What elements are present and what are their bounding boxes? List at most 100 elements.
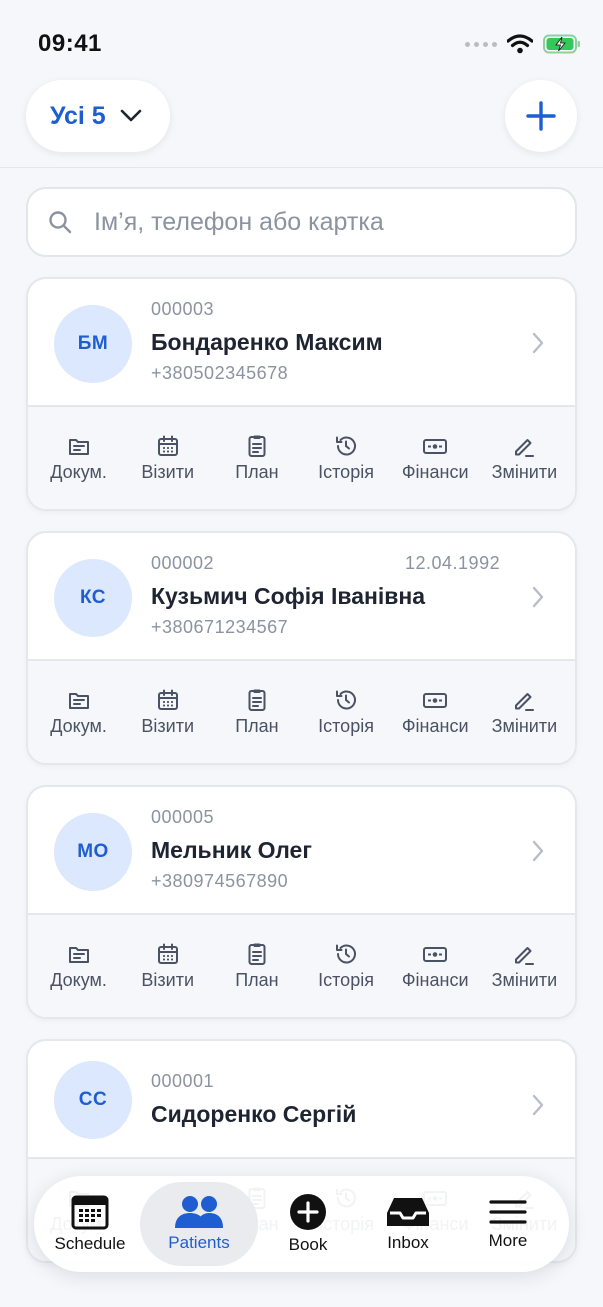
calendar-grid-icon	[71, 1195, 109, 1230]
plan-action[interactable]: План	[213, 434, 301, 483]
patient-card[interactable]: БМ 000003 Бондаренко Максим +38050234567…	[26, 277, 577, 511]
avatar: БМ	[54, 305, 132, 383]
header: Усі 5	[0, 80, 603, 168]
patient-card-number: 000001	[151, 1071, 215, 1091]
action-label: Візити	[141, 461, 195, 482]
tab-inbox[interactable]: Inbox	[358, 1182, 458, 1266]
tab-more[interactable]: More	[458, 1182, 558, 1266]
chevron-right-icon	[532, 1094, 544, 1116]
visits-action[interactable]: Візити	[124, 434, 212, 483]
clipboard-icon	[248, 689, 266, 711]
chevron-down-icon	[120, 109, 141, 122]
search-input[interactable]	[94, 207, 534, 237]
tab-label: Patients	[168, 1233, 230, 1252]
patient-actions: Докум. Візити План Історія Фінанси Зміни…	[28, 915, 575, 1017]
tab-label: Schedule	[54, 1234, 126, 1253]
action-label: Докум.	[50, 715, 107, 736]
history-icon	[336, 944, 356, 963]
search-icon	[49, 211, 72, 234]
avatar: СС	[54, 1061, 132, 1139]
patient-actions: Докум. Візити План Історія Фінанси Зміни…	[28, 661, 575, 763]
visits-action[interactable]: Візити	[124, 688, 212, 737]
calendar-icon	[157, 943, 178, 964]
status-bar: 09:41	[0, 0, 603, 80]
patient-card[interactable]: МО 000005 Мельник Олег +380974567890 Док…	[26, 785, 577, 1019]
avatar: МО	[54, 813, 132, 891]
plus-circle-icon	[290, 1194, 326, 1230]
action-label: Фінанси	[401, 461, 469, 482]
calendar-icon	[157, 435, 178, 456]
document-icon	[68, 946, 89, 963]
clipboard-icon	[248, 435, 266, 457]
action-label: Візити	[141, 715, 195, 736]
avatar: КС	[54, 559, 132, 637]
action-label: Змінити	[491, 461, 558, 482]
pencil-icon	[515, 692, 535, 711]
edit-action[interactable]: Змінити	[480, 942, 568, 991]
tab-bar: Schedule Patients Book Inbox More	[34, 1176, 569, 1272]
patient-phone: +380974567890	[151, 871, 289, 891]
finance-action[interactable]: Фінанси	[391, 688, 479, 737]
history-action[interactable]: Історія	[302, 688, 390, 737]
finance-action[interactable]: Фінанси	[391, 942, 479, 991]
plan-action[interactable]: План	[213, 942, 301, 991]
inbox-tray-icon	[387, 1198, 429, 1226]
tab-book[interactable]: Book	[258, 1182, 358, 1266]
action-label: План	[235, 461, 279, 482]
action-label: Змінити	[491, 715, 558, 736]
action-label: План	[235, 969, 279, 990]
plan-action[interactable]: План	[213, 688, 301, 737]
edit-action[interactable]: Змінити	[480, 688, 568, 737]
tab-label: Book	[288, 1235, 328, 1254]
cellular-signal-icon	[465, 41, 497, 47]
history-icon	[336, 436, 356, 455]
menu-icon	[489, 1200, 527, 1224]
history-action[interactable]: Історія	[302, 434, 390, 483]
calendar-icon	[157, 689, 178, 710]
action-label: Фінанси	[401, 969, 469, 990]
pencil-icon	[515, 946, 535, 965]
visits-action[interactable]: Візити	[124, 942, 212, 991]
history-icon	[336, 690, 356, 709]
battery-charging-icon	[543, 34, 580, 54]
patient-name: Кузьмич Софія Іванівна	[151, 583, 426, 609]
clipboard-icon	[248, 943, 266, 965]
chevron-right-icon	[532, 840, 544, 862]
action-label: План	[235, 715, 279, 736]
history-action[interactable]: Історія	[302, 942, 390, 991]
patient-name: Бондаренко Максим	[151, 329, 383, 355]
cash-icon	[423, 692, 448, 708]
action-label: Фінанси	[401, 715, 469, 736]
cash-icon	[423, 438, 448, 454]
finance-action[interactable]: Фінанси	[391, 434, 479, 483]
filter-dropdown[interactable]: Усі 5	[26, 80, 170, 152]
add-patient-button[interactable]	[505, 80, 577, 152]
documents-action[interactable]: Докум.	[35, 688, 123, 737]
patient-name: Сидоренко Сергій	[151, 1101, 357, 1127]
chevron-right-icon	[532, 332, 544, 354]
action-label: Змінити	[491, 969, 558, 990]
documents-action[interactable]: Докум.	[35, 434, 123, 483]
tab-label: More	[488, 1231, 528, 1250]
document-icon	[68, 692, 89, 709]
tab-patients[interactable]: Patients	[140, 1182, 258, 1266]
patient-card-number: 000005	[151, 807, 215, 827]
documents-action[interactable]: Докум.	[35, 942, 123, 991]
tab-label: Inbox	[387, 1233, 429, 1252]
status-time: 09:41	[38, 30, 102, 57]
action-label: Історія	[318, 461, 374, 482]
action-label: Візити	[141, 969, 195, 990]
action-label: Історія	[318, 715, 374, 736]
patient-card-number: 000002	[151, 553, 215, 573]
patient-phone: +380502345678	[151, 363, 289, 383]
plus-icon	[526, 101, 556, 131]
filter-label: Усі 5	[50, 101, 106, 130]
tab-schedule[interactable]: Schedule	[40, 1182, 140, 1266]
patient-name: Мельник Олег	[151, 837, 312, 863]
chevron-right-icon	[532, 586, 544, 608]
search-bar[interactable]	[26, 187, 577, 257]
patient-card[interactable]: КС 000002 12.04.1992 Кузьмич Софія Івані…	[26, 531, 577, 765]
patient-card-number: 000003	[151, 299, 215, 319]
edit-action[interactable]: Змінити	[480, 434, 568, 483]
action-label: Докум.	[50, 461, 107, 482]
